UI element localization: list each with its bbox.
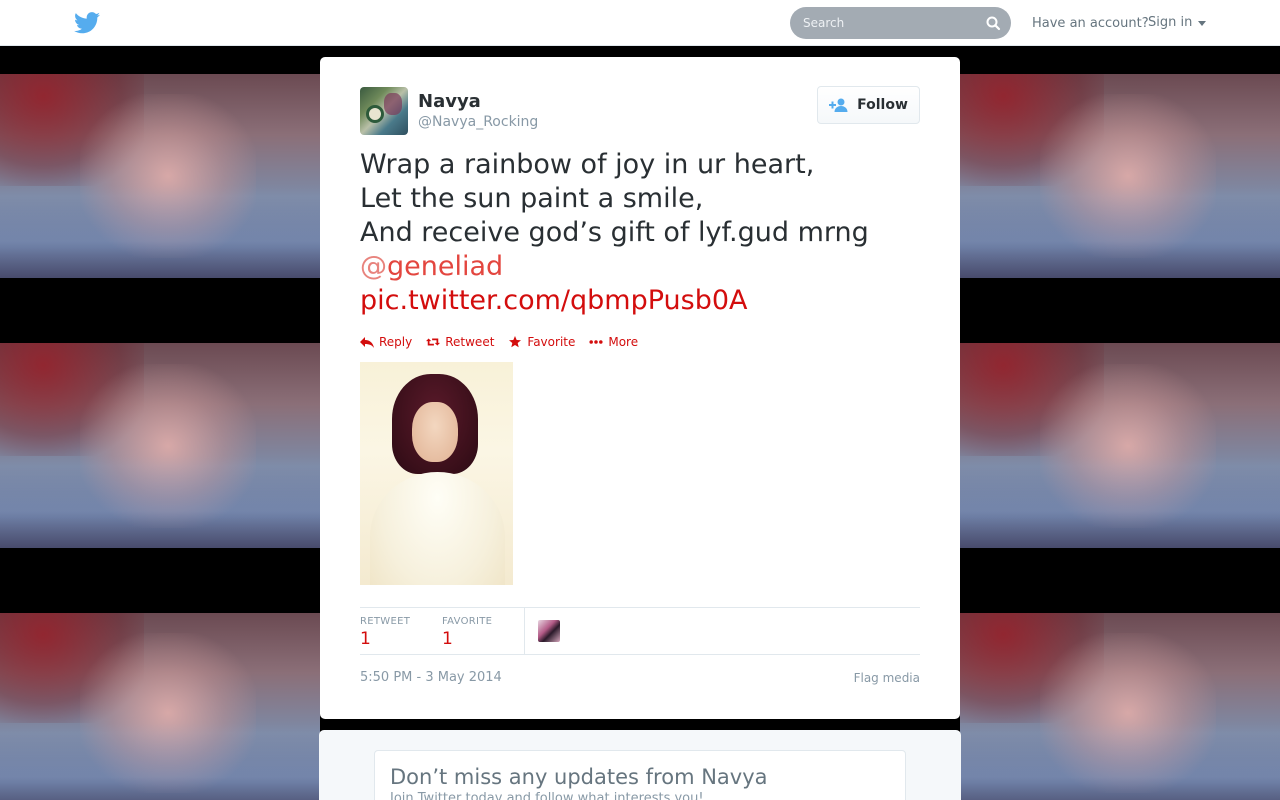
caret-down-icon (1198, 21, 1207, 26)
signup-subtitle: Join Twitter today and follow what inter… (390, 791, 704, 800)
retweet-button[interactable]: Retweet (426, 335, 494, 349)
favorite-button[interactable]: Favorite (508, 335, 575, 349)
retweet-count: 1 (360, 629, 371, 649)
twitter-bird-icon[interactable] (74, 12, 100, 34)
tweet-text-line: And receive god’s gift of lyf.gud mrng (360, 217, 869, 248)
mention-link[interactable]: @geneliad (360, 250, 930, 284)
retweet-label: Retweet (445, 335, 495, 349)
search-icon[interactable] (985, 15, 1001, 31)
tweet-card: Navya @Navya_Rocking Follow Wrap a rainb… (320, 57, 960, 719)
reply-button[interactable]: Reply (360, 335, 412, 349)
star-icon (509, 336, 522, 348)
author-name[interactable]: Navya (418, 91, 481, 112)
more-label: More (608, 335, 639, 349)
have-account-text: Have an account? (1032, 16, 1149, 31)
mention-name: geneliad (387, 251, 504, 282)
top-navigation-bar: Have an account? Sign in (0, 0, 1280, 46)
tweet-text: Wrap a rainbow of joy in ur heart, Let t… (360, 148, 930, 318)
sign-in-dropdown[interactable]: Sign in (1148, 15, 1207, 30)
signup-box: Don’t miss any updates from Navya Join T… (374, 750, 906, 800)
signup-module: Don’t miss any updates from Navya Join T… (319, 730, 961, 800)
mention-at: @ (360, 251, 387, 282)
stats-divider (524, 608, 525, 655)
avatar[interactable] (360, 87, 408, 135)
tweet-stats: RETWEET 1 FAVORITE 1 (360, 607, 920, 655)
follow-button[interactable]: Follow (817, 86, 920, 124)
media-link[interactable]: pic.twitter.com/qbmpPusb0A (360, 284, 930, 318)
favoriter-avatar[interactable] (538, 620, 560, 642)
tweet-timestamp: 5:50 PM - 3 May 2014 (360, 670, 502, 685)
favorite-stat-label: FAVORITE (442, 616, 493, 627)
follow-label: Follow (857, 97, 908, 113)
favorite-count: 1 (442, 629, 453, 649)
search-input[interactable] (790, 7, 980, 39)
sign-in-label: Sign in (1148, 15, 1193, 30)
add-user-icon (829, 98, 849, 112)
flag-media-link[interactable]: Flag media (854, 671, 920, 685)
retweet-stat[interactable]: RETWEET 1 (360, 616, 410, 649)
retweet-icon (426, 338, 441, 346)
reply-label: Reply (379, 335, 413, 349)
favorite-stat[interactable]: FAVORITE 1 (442, 616, 492, 649)
favorite-label: Favorite (527, 335, 576, 349)
tweet-actions: Reply Retweet Favorite More (360, 335, 638, 349)
tweet-text-line: Wrap a rainbow of joy in ur heart, (360, 149, 815, 180)
reply-icon (360, 337, 374, 348)
more-button[interactable]: More (589, 335, 638, 349)
more-dots-icon (589, 340, 603, 344)
author-handle[interactable]: @Navya_Rocking (418, 114, 538, 130)
tweet-text-line: Let the sun paint a smile, (360, 183, 704, 214)
retweet-stat-label: RETWEET (360, 616, 411, 627)
tweet-photo[interactable] (360, 362, 513, 585)
search-box (790, 7, 1011, 39)
signup-title: Don’t miss any updates from Navya (390, 765, 768, 789)
